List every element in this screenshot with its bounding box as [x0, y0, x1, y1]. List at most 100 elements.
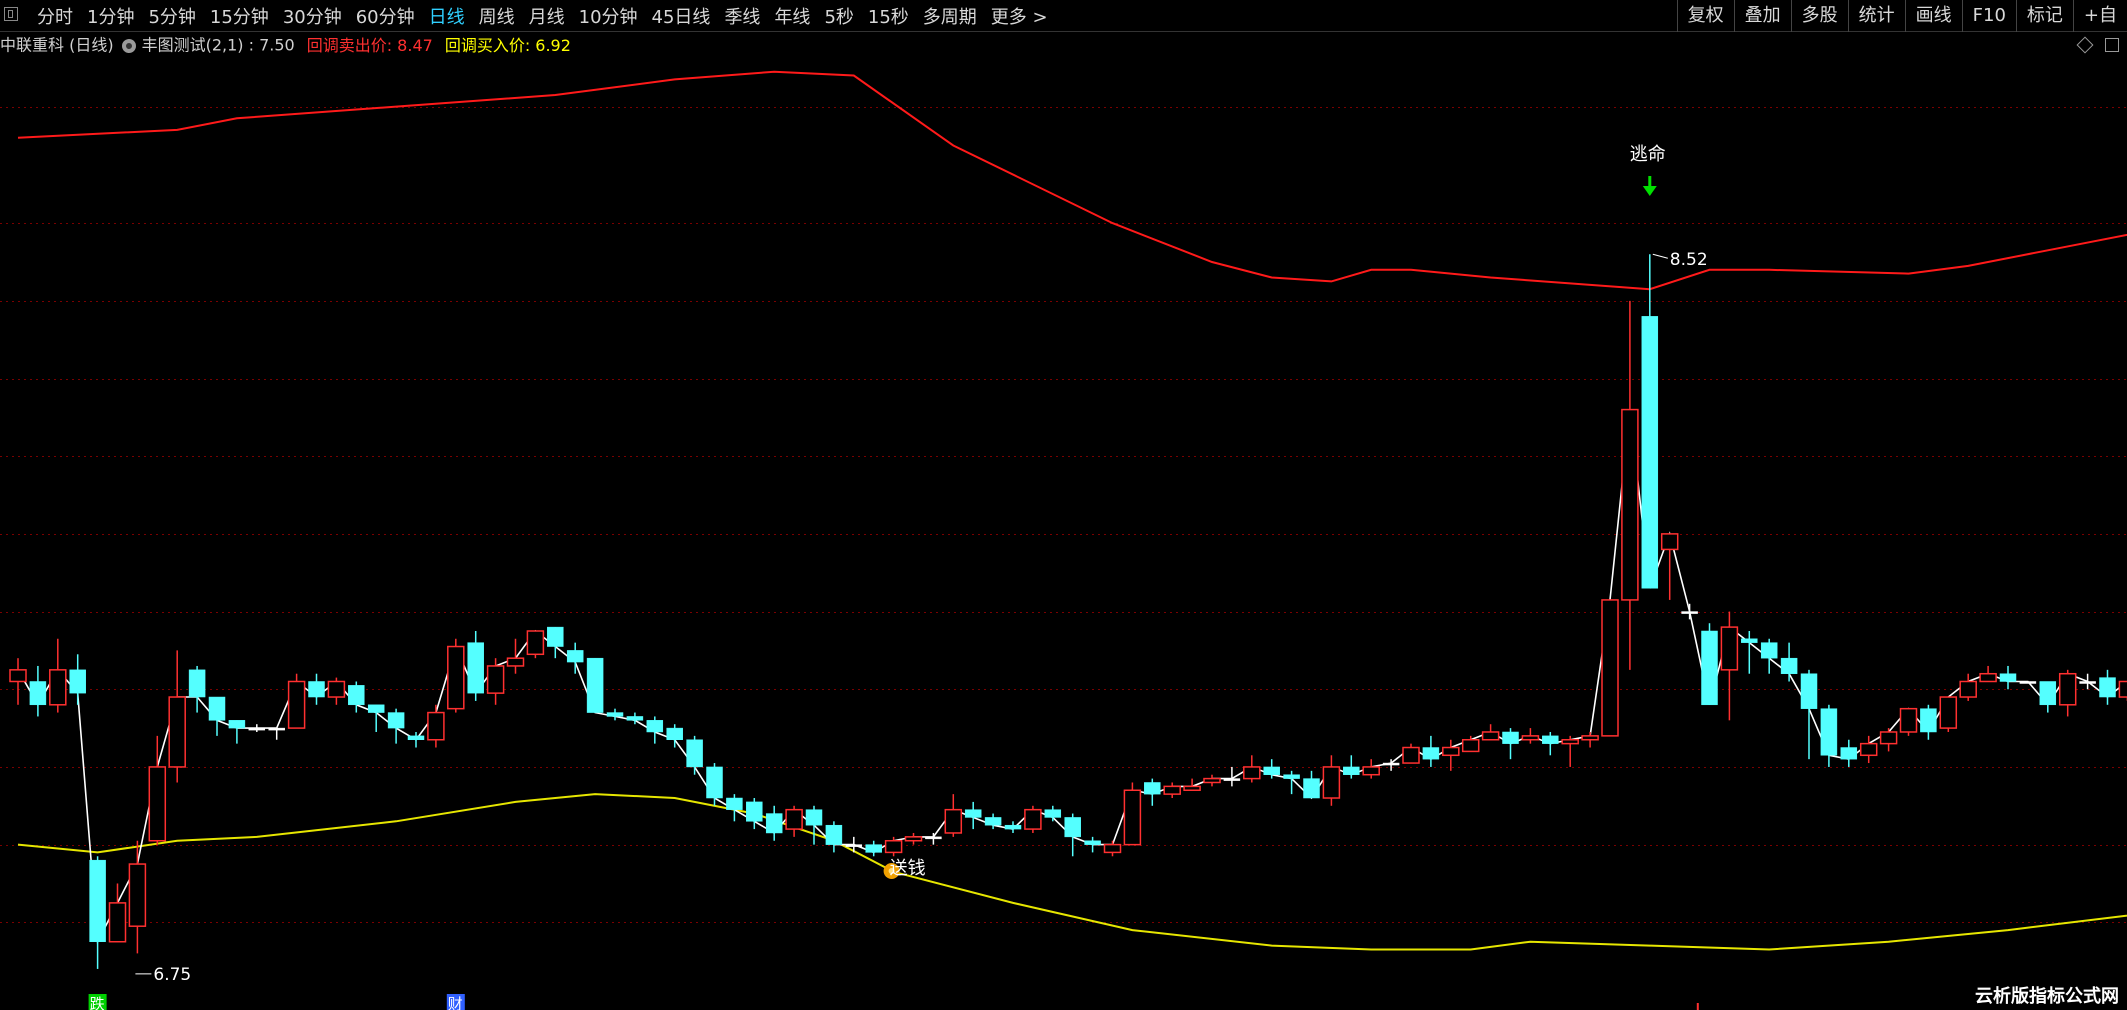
candle[interactable]: [1601, 599, 1619, 737]
toolbar-button-7[interactable]: +自: [2072, 0, 2127, 32]
candle[interactable]: [586, 657, 604, 713]
candle[interactable]: [168, 650, 186, 783]
candle[interactable]: [1760, 638, 1778, 674]
candle[interactable]: [785, 805, 803, 837]
candle[interactable]: [1422, 735, 1440, 767]
candle[interactable]: [1999, 665, 2017, 690]
period-tab-4[interactable]: 30分钟: [276, 3, 349, 29]
candle[interactable]: [805, 805, 823, 845]
candle[interactable]: [2079, 673, 2096, 690]
period-tab-13[interactable]: 5秒: [817, 3, 860, 29]
candle[interactable]: [1064, 813, 1081, 857]
candle[interactable]: [1343, 755, 1360, 779]
candle[interactable]: [2118, 680, 2127, 701]
candle[interactable]: [845, 836, 863, 853]
candle[interactable]: [407, 731, 425, 748]
candle[interactable]: [89, 856, 106, 969]
candle[interactable]: [1621, 300, 1639, 670]
maximize-icon[interactable]: [2105, 38, 2119, 52]
candle[interactable]: [686, 735, 703, 775]
candle[interactable]: [1362, 759, 1380, 779]
toolbar-button-6[interactable]: 标记: [2015, 0, 2073, 32]
candle[interactable]: [1840, 739, 1858, 767]
candle[interactable]: [2039, 681, 2057, 713]
candle[interactable]: [547, 626, 564, 659]
candle[interactable]: [1660, 533, 1679, 600]
candle[interactable]: [188, 665, 206, 713]
period-tab-2[interactable]: 5分钟: [141, 3, 202, 29]
candle[interactable]: [1899, 707, 1918, 736]
candle[interactable]: [2099, 669, 2116, 705]
candle[interactable]: [726, 794, 743, 822]
candle[interactable]: [1144, 778, 1161, 806]
candle[interactable]: [208, 696, 226, 736]
candle[interactable]: [1283, 770, 1300, 795]
candle[interactable]: [964, 801, 982, 830]
candle[interactable]: [1701, 623, 1718, 706]
candle[interactable]: [287, 673, 306, 729]
period-tab-8[interactable]: 月线: [522, 3, 572, 29]
period-tab-16[interactable]: 更多 >: [984, 3, 1055, 29]
toolbar-button-0[interactable]: 复权: [1676, 0, 1734, 32]
candle[interactable]: [1481, 724, 1500, 741]
candle[interactable]: [49, 638, 67, 713]
candle[interactable]: [825, 821, 843, 853]
candle[interactable]: [1920, 704, 1937, 740]
candle[interactable]: [706, 763, 723, 806]
candle[interactable]: [1303, 770, 1320, 799]
candle[interactable]: [1521, 728, 1540, 744]
toolbar-button-2[interactable]: 多股: [1790, 0, 1848, 32]
candle[interactable]: [1979, 665, 1997, 683]
period-tab-1[interactable]: 1分钟: [80, 3, 141, 29]
candle[interactable]: [327, 677, 346, 705]
candle[interactable]: [925, 832, 942, 845]
period-tab-0[interactable]: 分时: [30, 3, 80, 29]
candle[interactable]: [626, 712, 644, 725]
candle[interactable]: [128, 840, 147, 954]
indicator-settings-icon[interactable]: [121, 38, 136, 53]
candle[interactable]: [1203, 774, 1221, 787]
candle[interactable]: [248, 724, 266, 732]
candle[interactable]: [1402, 743, 1420, 764]
candle[interactable]: [2058, 669, 2077, 717]
candle[interactable]: [1641, 254, 1659, 589]
period-tab-6[interactable]: 日线: [422, 3, 472, 29]
candle[interactable]: [447, 638, 465, 713]
candle[interactable]: [486, 658, 505, 705]
toolbar-button-3[interactable]: 统计: [1847, 0, 1905, 32]
candle[interactable]: [228, 720, 246, 744]
candle[interactable]: [467, 630, 484, 701]
candle[interactable]: [1720, 611, 1739, 721]
candle[interactable]: [506, 638, 525, 674]
candle[interactable]: [308, 673, 325, 705]
candle[interactable]: [348, 681, 365, 713]
candle[interactable]: [1800, 669, 1818, 760]
period-tab-9[interactable]: 10分钟: [572, 3, 645, 29]
candle[interactable]: [1243, 755, 1261, 783]
period-tab-15[interactable]: 多周期: [916, 3, 984, 29]
candle[interactable]: [1959, 673, 1977, 701]
period-tab-12[interactable]: 年线: [767, 3, 817, 29]
candle[interactable]: [2019, 681, 2037, 684]
window-icon[interactable]: [4, 7, 18, 21]
candle[interactable]: [148, 735, 167, 845]
candle[interactable]: [1820, 704, 1838, 767]
candle[interactable]: [526, 630, 545, 659]
candle[interactable]: [1561, 735, 1579, 767]
period-tab-3[interactable]: 15分钟: [203, 3, 276, 29]
candle[interactable]: [566, 642, 584, 674]
period-tab-7[interactable]: 周线: [472, 3, 522, 29]
candle[interactable]: [1322, 755, 1341, 806]
period-tab-5[interactable]: 60分钟: [349, 3, 422, 29]
candle[interactable]: [29, 665, 47, 717]
candle[interactable]: [1382, 759, 1400, 771]
period-tab-11[interactable]: 季线: [717, 3, 767, 29]
candle[interactable]: [646, 716, 664, 744]
candle[interactable]: [268, 727, 285, 740]
period-tab-10[interactable]: 45日线: [645, 3, 718, 29]
candle[interactable]: [427, 704, 445, 748]
candle[interactable]: [944, 794, 963, 837]
candle[interactable]: [1581, 731, 1599, 748]
candle[interactable]: [606, 708, 624, 721]
candle[interactable]: [1442, 739, 1460, 771]
